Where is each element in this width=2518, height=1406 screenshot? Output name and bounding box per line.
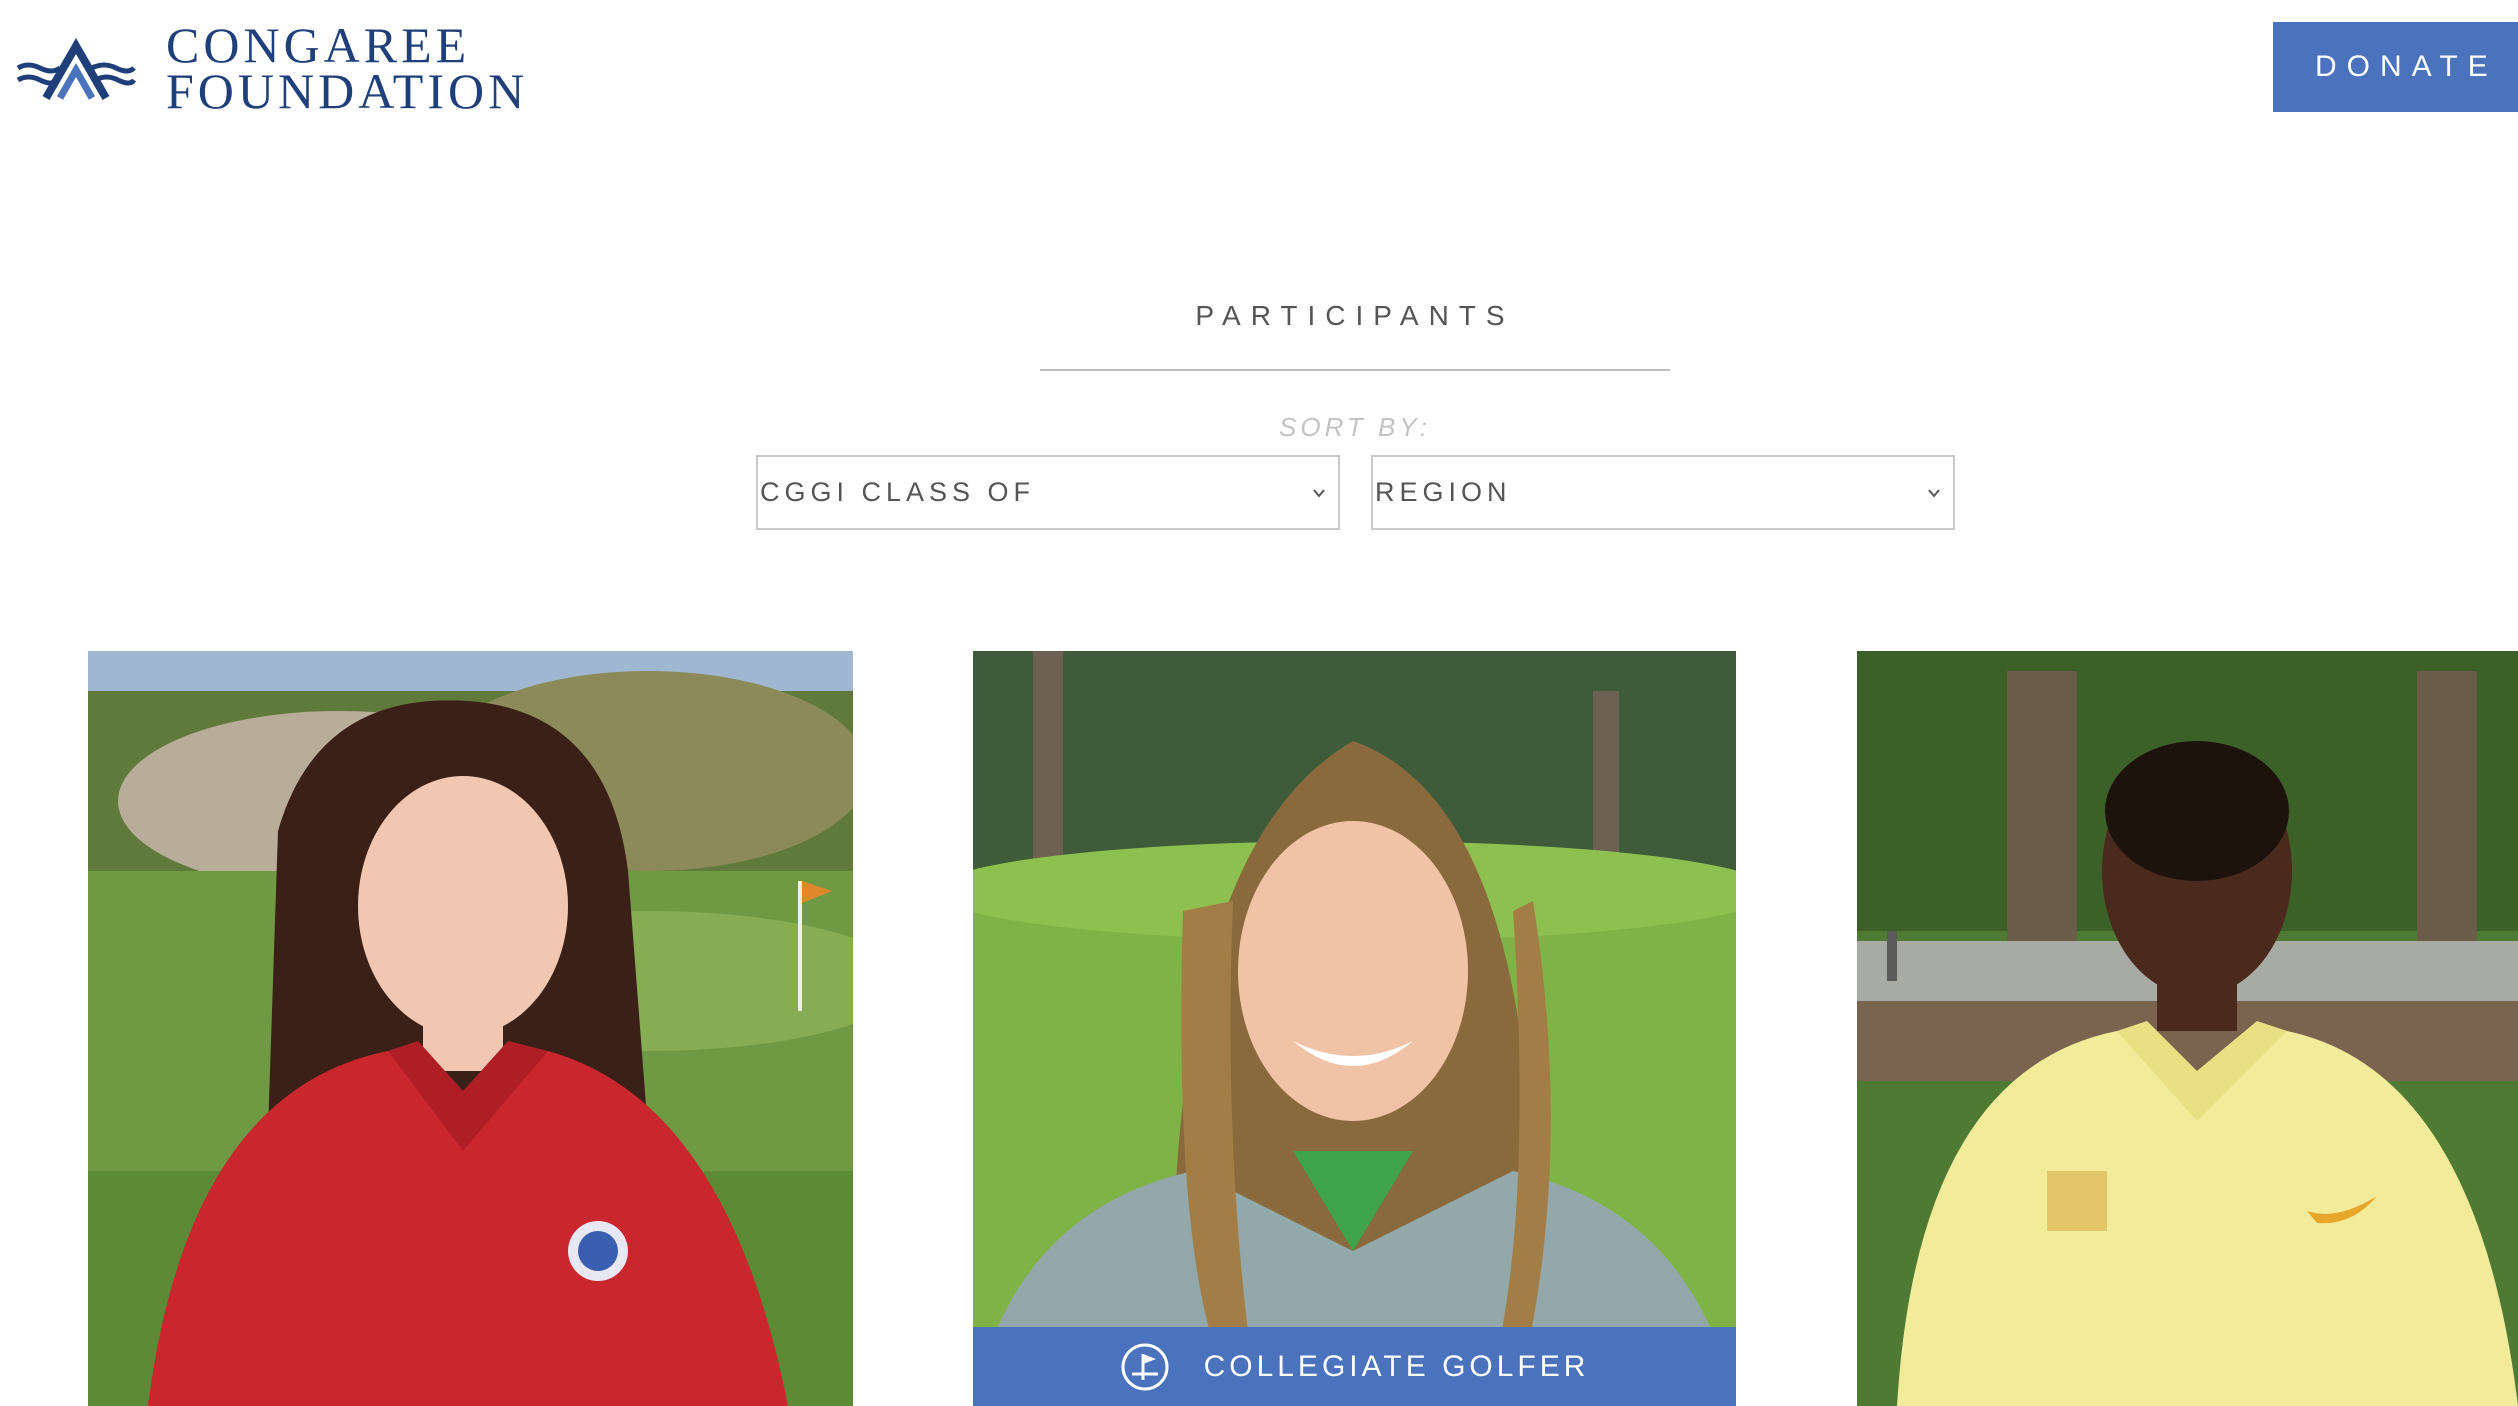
class-of-select-value: CGGI CLASS OF <box>760 477 1036 507</box>
golf-flag-icon <box>1121 1343 1169 1390</box>
golfer-red-polo-photo <box>88 651 853 1406</box>
golfer-yellow-polo-photo <box>1857 651 2518 1406</box>
logo-link[interactable]: CONGAREE FOUNDATION <box>16 17 529 119</box>
region-select[interactable]: REGION <box>1371 455 1955 530</box>
class-of-select[interactable]: CGGI CLASS OF <box>756 455 1340 530</box>
congaree-logo-icon <box>16 37 136 100</box>
participant-card[interactable] <box>973 651 1736 1406</box>
section-title: PARTICIPANTS <box>1195 300 1515 331</box>
logo-line-2: FOUNDATION <box>166 63 529 119</box>
site-header: CONGAREE FOUNDATION DONATE <box>0 0 2518 140</box>
chevron-down-icon <box>1928 488 1940 498</box>
donate-button[interactable]: DONATE <box>2273 22 2518 112</box>
title-divider <box>1040 369 1670 371</box>
participant-card[interactable] <box>88 651 853 1406</box>
golfer-grey-top-photo <box>973 651 1736 1406</box>
collegiate-golfer-badge: COLLEGIATE GOLFER <box>973 1327 1736 1406</box>
sort-by-label: SORT BY: <box>1279 412 1431 442</box>
region-select-value: REGION <box>1375 477 1512 507</box>
participant-card[interactable] <box>1857 651 2518 1406</box>
badge-label: COLLEGIATE GOLFER <box>1203 1349 1590 1383</box>
chevron-down-icon <box>1313 488 1325 498</box>
logo-wordmark: CONGAREE FOUNDATION <box>166 17 529 119</box>
logo-line-1: CONGAREE <box>166 17 471 73</box>
